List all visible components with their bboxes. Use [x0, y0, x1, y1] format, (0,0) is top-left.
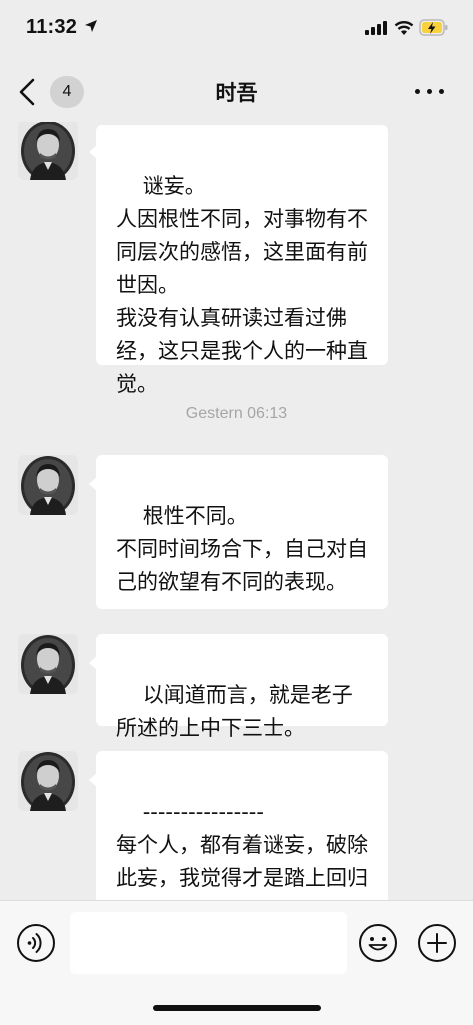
- cellular-signal-icon: [365, 21, 387, 35]
- more-dots-icon: [415, 89, 420, 94]
- emoji-icon: [359, 924, 397, 962]
- message-list[interactable]: 谜妄。 人因根性不同，对事物有不同层次的感悟，这里面有前世因。 我没有认真研读过…: [0, 122, 473, 900]
- battery-charging-icon: [419, 19, 448, 36]
- contact-avatar[interactable]: [18, 455, 78, 515]
- input-bar: [0, 900, 473, 1025]
- emoji-button[interactable]: [358, 923, 398, 963]
- message-text: 谜妄。 人因根性不同，对事物有不同层次的感悟，这里面有前世因。 我没有认真研读过…: [116, 174, 368, 396]
- message-input[interactable]: [70, 912, 347, 974]
- chat-header: 4 时吾: [0, 62, 473, 122]
- message-bubble[interactable]: 以闻道而言，就是老子所述的上中下三士。: [89, 634, 388, 740]
- contact-avatar[interactable]: [18, 751, 78, 811]
- message-text: 根性不同。 不同时间场合下，自己对自己的欲望有不同的表现。: [116, 504, 368, 594]
- portrait-avatar-icon: [18, 455, 78, 515]
- location-arrow-icon: [85, 20, 97, 32]
- home-indicator: [153, 1005, 321, 1011]
- message-timestamp: Gestern 06:13: [185, 405, 288, 422]
- contact-avatar[interactable]: [18, 122, 78, 180]
- portrait-avatar-icon: [18, 634, 78, 694]
- chat-title: 时吾: [215, 81, 258, 105]
- message-text: 以闻道而言，就是老子所述的上中下三士。: [116, 683, 353, 740]
- message-bubble[interactable]: 谜妄。 人因根性不同，对事物有不同层次的感悟，这里面有前世因。 我没有认真研读过…: [89, 125, 388, 396]
- contact-avatar[interactable]: [18, 634, 78, 694]
- portrait-avatar-icon: [18, 122, 78, 180]
- status-bar: 11:32: [0, 0, 473, 60]
- plus-icon: [418, 924, 456, 962]
- status-time: 11:32: [26, 16, 78, 38]
- message-bubble[interactable]: ---------------- 每个人，都有着谜妄，破除此妄，我觉得才是踏上回…: [89, 751, 388, 900]
- voice-input-button[interactable]: [16, 923, 56, 963]
- portrait-avatar-icon: [18, 751, 78, 811]
- wifi-icon: [394, 21, 414, 35]
- message-bubble[interactable]: 根性不同。 不同时间场合下，自己对自己的欲望有不同的表现。: [89, 455, 388, 609]
- voice-icon: [17, 924, 55, 962]
- message-text: ---------------- 每个人，都有着谜妄，破除此妄，我觉得才是踏上回…: [116, 800, 368, 900]
- more-functions-button[interactable]: [417, 923, 457, 963]
- more-options-button[interactable]: [415, 89, 447, 99]
